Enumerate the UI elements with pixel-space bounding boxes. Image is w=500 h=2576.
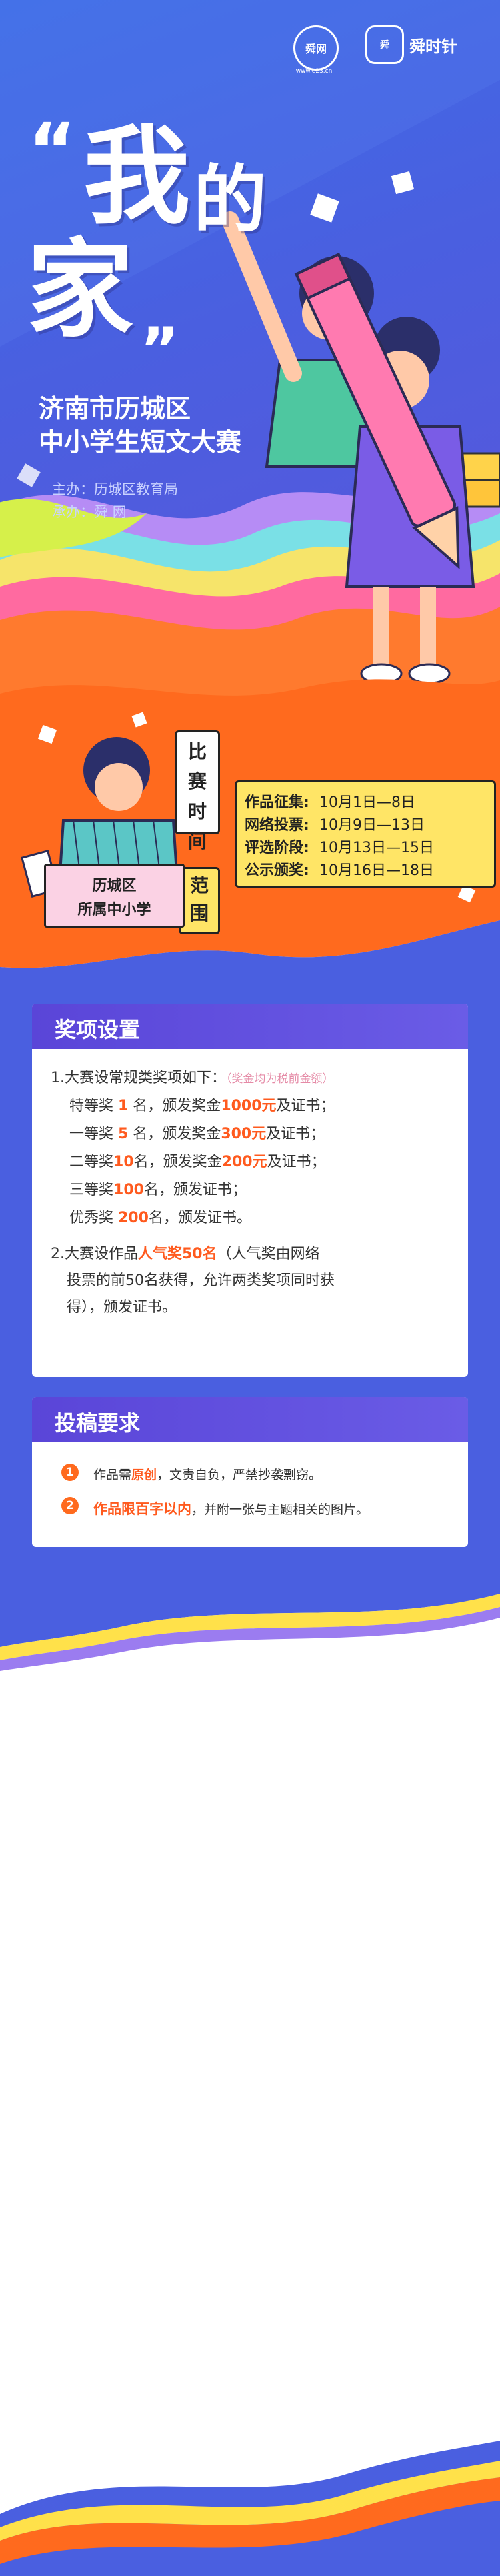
award-item-count: 10 [113, 1154, 134, 1170]
award-item-prize: 1000元 [221, 1098, 277, 1114]
award-item-mid: 名，颁发奖金 [128, 1098, 221, 1114]
subtitle-line-2: 中小学生短文大赛 [39, 427, 242, 457]
award-item-mid: 名，颁发证书。 [148, 1210, 251, 1226]
award-item: 优秀奖 200名，颁发证书。 [69, 1208, 251, 1229]
schedule-box: 作品征集: 10月1日—8日 网络投票: 10月9日—13日 评选阶段: 10月13日… [235, 780, 496, 888]
award-item-name: 三等奖 [69, 1182, 114, 1198]
award-item-name: 优秀奖 [69, 1210, 118, 1226]
title-open-quote: “ [28, 107, 77, 193]
scope-line-1: 历城区 [92, 878, 137, 894]
requirements-heading: 投稿要求 [55, 1410, 141, 1436]
scope-box: 历城区 所属中小学 [44, 864, 185, 928]
schedule-row-value: 10月1日—8日 [319, 794, 415, 811]
shunshizhen-seal-icon: 舜 [365, 25, 404, 64]
schedule-row-label: 作品征集: [245, 794, 309, 811]
requirements-card: 投稿要求 1 作品需原创，文责自负，严禁抄袭剽窃。 2 作品限百字以内，并附一张… [32, 1397, 468, 1547]
awards-intro-text: 1.大赛设常规类奖项如下： [51, 1070, 226, 1086]
schedule-row: 评选阶段: 10月13日—15日 [245, 836, 434, 857]
award-item-post: 及证书； [267, 1154, 326, 1170]
awards-intro: 1.大赛设常规类奖项如下：（奖金均为税前金额） [51, 1068, 334, 1090]
requirement-number-badge: 1 [61, 1464, 79, 1481]
schedule-row-label: 公示颁奖: [245, 862, 309, 879]
award-item-mid: 名，颁发奖金 [128, 1126, 221, 1142]
shunshizhen-logo[interactable]: 舜 舜时针 [365, 25, 457, 64]
schedule-row-label: 网络投票: [245, 817, 309, 834]
schedule-side-label: 比赛时间 [175, 730, 220, 852]
award-item-count: 5 [118, 1126, 129, 1142]
requirement-highlight: 作品限百字以内 [93, 1501, 191, 1517]
schedule-side-label-text: 比赛时间 [187, 740, 207, 852]
schedule-row-value: 10月9日—13日 [319, 817, 425, 834]
award-item: 一等奖 5 名，颁发奖金300元及证书； [69, 1124, 325, 1145]
award-item-count: 1 [118, 1098, 129, 1114]
title-char-de: 的 [193, 157, 267, 243]
awards-intro-note: （奖金均为税前金额） [226, 1072, 334, 1086]
scope-side-label-text: 范围 [189, 874, 209, 924]
requirement-item: 作品需原创，文责自负，严禁抄袭剽窃。 [93, 1465, 321, 1483]
popular-award-pre: 2.大赛设作品 [51, 1246, 138, 1262]
award-item-count: 200 [118, 1210, 149, 1226]
award-item-post: 及证书； [276, 1098, 335, 1114]
award-item-name: 一等奖 [69, 1126, 118, 1142]
scope-side-label: 范围 [179, 867, 220, 934]
award-item: 二等奖10名，颁发奖金200元及证书； [69, 1152, 326, 1173]
award-item-prize: 300元 [221, 1126, 267, 1142]
hero-banner: 舜网 www.e23.cn 舜 舜时针 “ 我 的 家 ” 济南市历城区 中小学… [0, 0, 500, 707]
subtitle-line-1: 济南市历城区 [39, 394, 191, 423]
shunshizhen-name: 舜时针 [409, 37, 457, 56]
award-item-name: 特等奖 [69, 1098, 118, 1114]
award-item-post: 及证书； [266, 1126, 325, 1142]
scope-line-2: 所属中小学 [77, 902, 151, 918]
award-item-mid: 名，颁发奖金 [133, 1154, 222, 1170]
popular-award-line-2: 投票的前50名获得，允许两类奖项同时获 [67, 1272, 335, 1289]
award-item: 三等奖100名，颁发证书； [69, 1180, 247, 1201]
page: 舜网 www.e23.cn 舜 舜时针 “ 我 的 家 ” 济南市历城区 中小学… [0, 0, 500, 2576]
awards-card: 奖项设置 1.大赛设常规类奖项如下：（奖金均为税前金额） 特等奖 1 名，颁发奖… [32, 1004, 468, 1377]
shunwang-logo-url: www.e23.cn [295, 68, 333, 75]
requirements-card-header: 投稿要求 [32, 1397, 468, 1442]
schedule-row: 公示颁奖: 10月16日—18日 [245, 858, 434, 880]
requirement-item: 作品限百字以内，并附一张与主题相关的图片。 [93, 1498, 369, 1518]
host-text: 主办：历城区教育局 [52, 481, 178, 497]
popular-award-line-1: 2.大赛设作品人气奖50名（人气奖由网络 [51, 1244, 320, 1265]
content-bottom-wave [0, 1554, 500, 1671]
shunwang-logo-text: 舜网 [305, 43, 327, 55]
award-item-count: 100 [113, 1182, 144, 1198]
award-item-mid: 名，颁发证书； [143, 1182, 247, 1198]
requirement-pre: 作品需 [93, 1468, 132, 1482]
schedule-row-value: 10月13日—15日 [319, 840, 434, 856]
shunwang-logo[interactable]: 舜网 [293, 25, 339, 71]
schedule-row-value: 10月16日—18日 [319, 862, 434, 879]
requirement-number-badge: 2 [61, 1497, 79, 1514]
title-close-quote: ” [140, 315, 180, 385]
requirement-post: ，并附一张与主题相关的图片。 [191, 1502, 369, 1517]
award-item-prize: 200元 [221, 1154, 267, 1170]
schedule-row: 作品征集: 10月1日—8日 [245, 790, 415, 812]
title-char-jia: 家 [27, 227, 134, 352]
organizer-text: 承办：舜 网 [52, 504, 127, 520]
award-item-name: 二等奖 [69, 1154, 114, 1170]
awards-heading: 奖项设置 [55, 1017, 141, 1042]
schedule-row: 网络投票: 10月9日—13日 [245, 813, 425, 834]
popular-award-highlight: 人气奖50名 [138, 1246, 217, 1262]
requirement-highlight: 原创 [131, 1468, 157, 1482]
awards-card-header: 奖项设置 [32, 1004, 468, 1049]
award-item: 特等奖 1 名，颁发奖金1000元及证书； [69, 1096, 335, 1117]
requirement-post: ，文责自负，严禁抄袭剽窃。 [157, 1468, 322, 1482]
footer-wave [0, 2441, 500, 2576]
popular-award-post: （人气奖由网络 [217, 1246, 320, 1262]
title-char-wo: 我 [83, 114, 191, 239]
schedule-row-label: 评选阶段: [245, 840, 309, 856]
hero-illustration [0, 0, 500, 707]
popular-award-line-3: 得），颁发证书。 [67, 1299, 177, 1316]
